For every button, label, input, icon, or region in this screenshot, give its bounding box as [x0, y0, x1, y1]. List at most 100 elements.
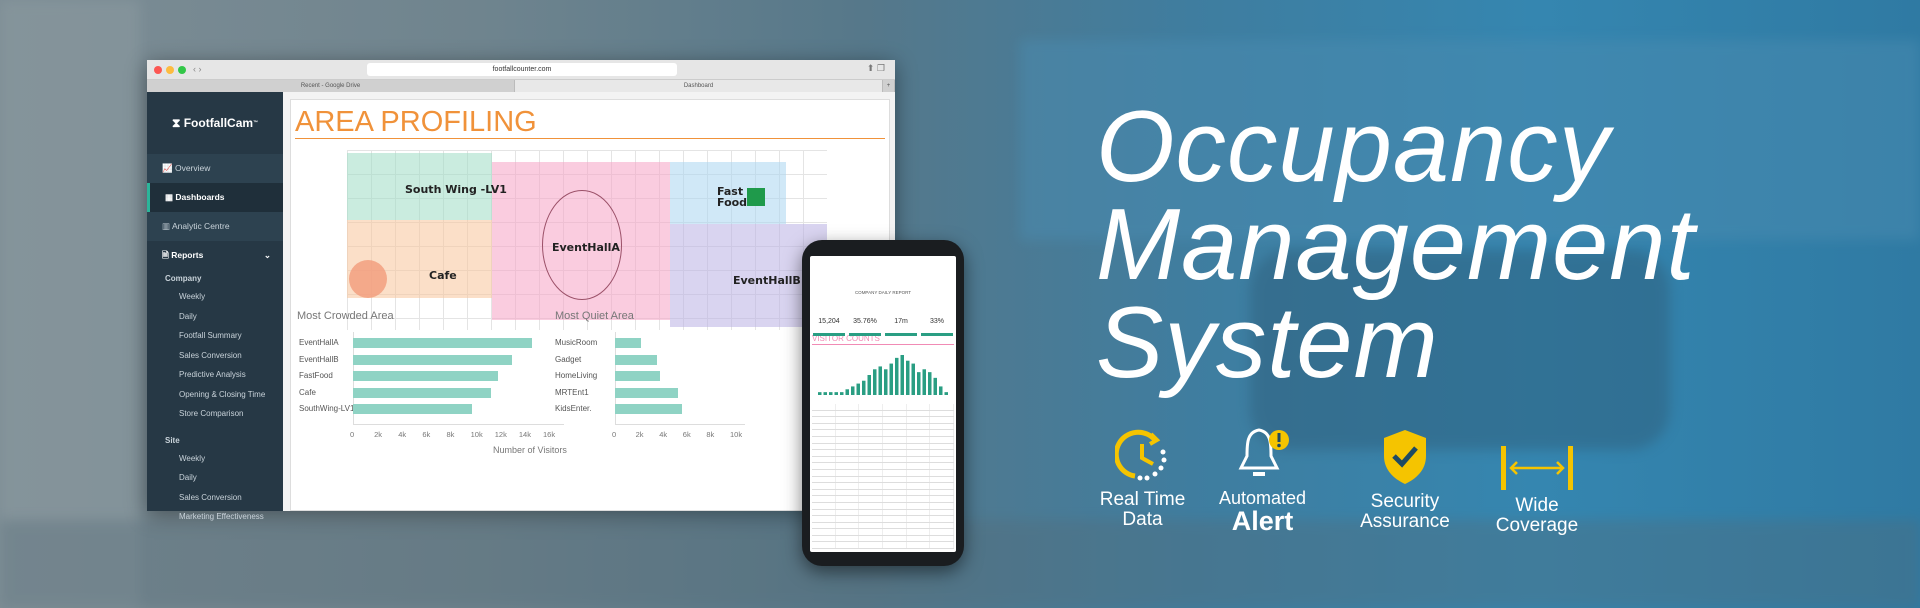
sidebar-subitem[interactable]: Footfall Summary: [147, 326, 283, 346]
headline-line-2: Management: [1096, 189, 1696, 301]
sidebar-subitem[interactable]: Daily: [147, 468, 283, 488]
bar-kidsenter-[interactable]: [615, 404, 683, 414]
table-cell: [883, 509, 907, 516]
sidebar-subitem[interactable]: Weekly: [147, 287, 283, 307]
hourly-bar[interactable]: [928, 372, 932, 395]
feature-label: Data: [1122, 509, 1163, 530]
table-cell: [859, 535, 884, 542]
table-cell: [907, 502, 931, 509]
category-label: FastFood: [299, 371, 333, 380]
table-cell: [836, 417, 860, 423]
maximize-button[interactable]: [178, 66, 186, 74]
table-cell: [907, 516, 931, 522]
hourly-bar[interactable]: [900, 355, 905, 395]
sidebar-item-overview[interactable]: 📈 Overview: [147, 154, 283, 183]
hourly-bar[interactable]: [939, 386, 943, 395]
tab-google-drive[interactable]: Recent - Google Drive: [147, 80, 515, 92]
table-cell: [812, 463, 836, 469]
feature-label: Assurance: [1360, 511, 1450, 532]
sidebar-item-reports[interactable]: 🗎 Reports ⌄: [147, 241, 283, 270]
table-cell: [907, 535, 931, 542]
sidebar-item-analytic-centre[interactable]: ▥ Analytic Centre: [147, 212, 283, 241]
sidebar-subitem[interactable]: Daily: [147, 307, 283, 327]
table-cell: [812, 469, 836, 476]
x-axis-label: Number of Visitors: [493, 445, 567, 455]
hourly-bar[interactable]: [829, 392, 833, 395]
table-cell: [859, 417, 884, 423]
hourly-bar[interactable]: [845, 389, 850, 395]
close-button[interactable]: [154, 66, 162, 74]
new-tab-button[interactable]: +: [883, 80, 895, 92]
kpi-value: 17m: [894, 318, 908, 325]
hourly-bar[interactable]: [867, 375, 872, 395]
sidebar-subitem[interactable]: Store Comparison: [147, 404, 283, 424]
table-cell: [836, 404, 860, 410]
hourly-bar[interactable]: [917, 372, 921, 395]
footfallcam-logo[interactable]: ⧗ FootfallCam ™: [147, 92, 283, 154]
hourly-bar[interactable]: [895, 357, 899, 395]
hourly-bar[interactable]: [862, 380, 866, 395]
tab-dashboard[interactable]: Dashboard: [515, 80, 883, 92]
bar-cafe[interactable]: [353, 387, 491, 398]
floor-plan[interactable]: South Wing -LV1 Cafe EventHallA Fast Foo…: [347, 150, 827, 330]
back-forward-icon[interactable]: ‹ ›: [193, 64, 202, 74]
hourly-bar[interactable]: [873, 369, 877, 395]
hourly-bar[interactable]: [878, 366, 883, 395]
bar-homeliving[interactable]: [615, 371, 660, 381]
headline-line-1: Occupancy: [1096, 91, 1611, 203]
sidebar-subitem[interactable]: Sales Conversion: [147, 346, 283, 366]
table-cell: [836, 516, 860, 522]
table-cell: [812, 516, 836, 522]
hourly-bar[interactable]: [856, 383, 861, 395]
bar-fastfood[interactable]: [353, 371, 498, 381]
hourly-bar[interactable]: [851, 386, 855, 395]
table-cell: [907, 509, 931, 516]
table-cell: [859, 542, 884, 549]
feature-label: Real Time: [1099, 489, 1186, 510]
hourly-bar[interactable]: [933, 377, 938, 395]
zone-label-event-hall-a: EventHallA: [552, 241, 620, 254]
table-cell: [812, 529, 836, 535]
logo-tm: ™: [253, 120, 259, 126]
hourly-bar[interactable]: [884, 369, 888, 395]
table-cell: [907, 489, 931, 496]
hourly-bar[interactable]: [823, 392, 828, 395]
visitor-count-chart[interactable]: [814, 351, 952, 401]
share-tabs-icon[interactable]: ⬆ ❐: [867, 63, 885, 74]
hourly-bar[interactable]: [818, 392, 822, 395]
bar-musicroom[interactable]: [615, 338, 641, 348]
x-axis-line: [353, 424, 565, 425]
sidebar-subitem[interactable]: Marketing Effectiveness: [147, 507, 283, 527]
feature-label: Automated: [1218, 488, 1307, 508]
hourly-bar[interactable]: [911, 363, 916, 395]
table-row: [812, 502, 955, 510]
bar-eventhalla[interactable]: [353, 338, 532, 348]
table-cell: [836, 496, 860, 502]
chart-title: Most Quiet Area: [555, 310, 634, 322]
sidebar-subitem[interactable]: Opening & Closing Time: [147, 385, 283, 405]
table-cell: [930, 483, 955, 489]
hourly-bar[interactable]: [944, 392, 949, 395]
bar-southwing-lv1[interactable]: [353, 404, 473, 414]
sidebar-subitem[interactable]: Sales Conversion: [147, 488, 283, 508]
hourly-bar[interactable]: [906, 360, 910, 395]
hourly-bar[interactable]: [840, 392, 844, 395]
tab-bar: Recent - Google Drive Dashboard +: [147, 80, 895, 92]
bar-eventhallb[interactable]: [353, 354, 513, 365]
table-cell: [812, 502, 836, 509]
address-bar[interactable]: footfallcounter.com: [367, 63, 677, 76]
hourly-bar[interactable]: [834, 392, 839, 395]
minimize-button[interactable]: [166, 66, 174, 74]
sidebar-item-dashboards[interactable]: ▦ Dashboards: [147, 183, 283, 212]
table-cell: [859, 436, 884, 443]
kpi-sparkline: [921, 333, 953, 336]
hourly-bar[interactable]: [922, 369, 927, 395]
sidebar-subitem[interactable]: Weekly: [147, 449, 283, 469]
table-cell: [859, 469, 884, 476]
bar-mrtent1[interactable]: [615, 387, 678, 398]
title-divider: [295, 138, 885, 139]
kpi-value: 35.76%: [853, 318, 877, 325]
hourly-bar[interactable]: [889, 363, 894, 395]
sidebar-subitem[interactable]: Predictive Analysis: [147, 365, 283, 385]
bar-gadget[interactable]: [615, 354, 658, 365]
